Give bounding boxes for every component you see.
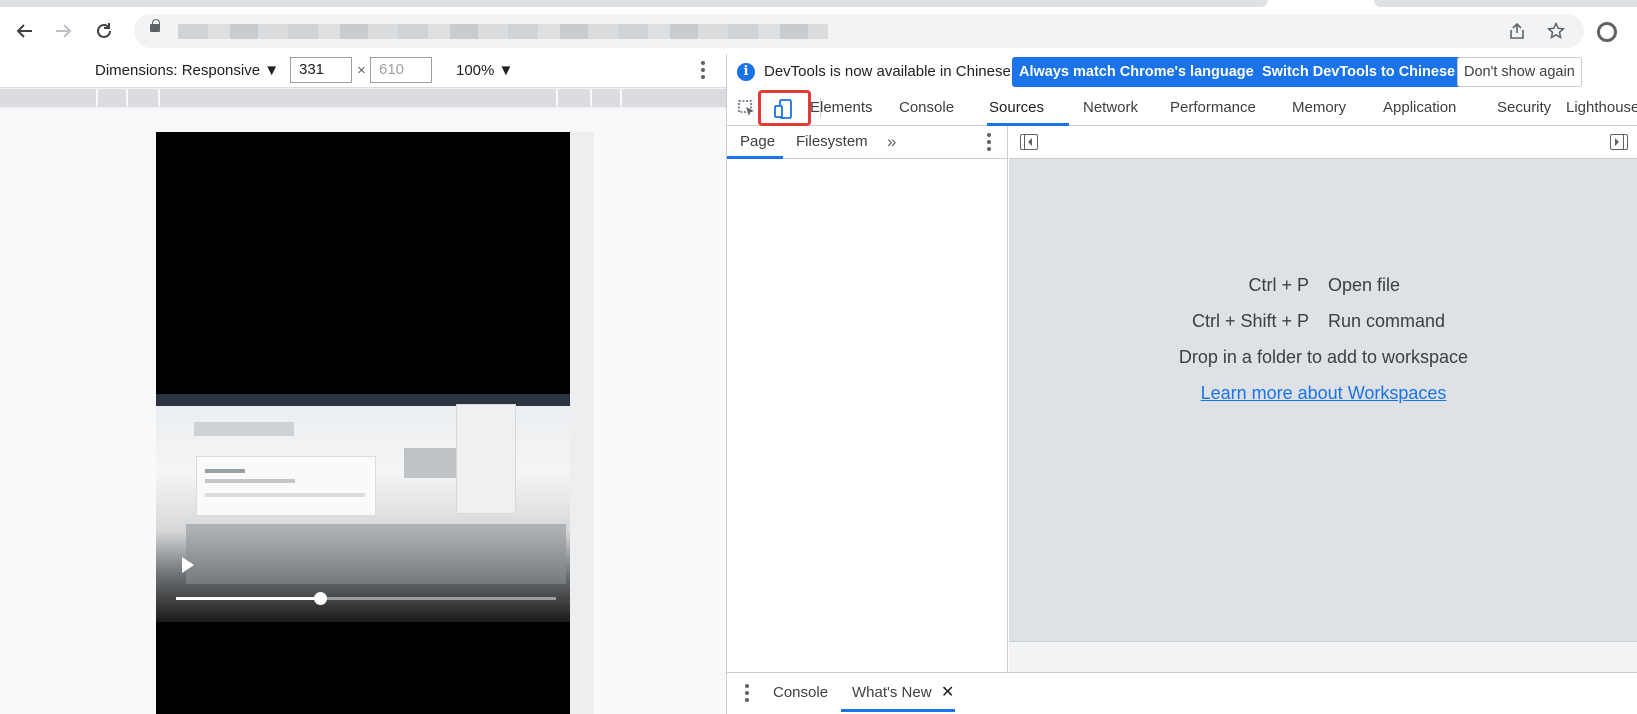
tab-performance[interactable]: Performance (1170, 90, 1256, 125)
media-query-ruler[interactable] (0, 89, 726, 107)
video-player[interactable] (156, 394, 570, 622)
toggle-navigator-icon[interactable] (1020, 134, 1038, 150)
forward-arrow-icon[interactable] (48, 16, 78, 46)
drawer-tabbar: Console What's New ✕ (727, 672, 1637, 714)
tab-application[interactable]: Application (1383, 90, 1456, 125)
active-subtab-indicator (727, 156, 783, 159)
drawer-tab-whats-new[interactable]: What's New (852, 680, 932, 708)
video-progress-fill (176, 597, 321, 600)
navigator-tabs: Page Filesystem » (727, 126, 1008, 159)
inspect-element-icon[interactable] (734, 96, 760, 122)
back-arrow-icon[interactable] (10, 16, 40, 46)
emulated-viewport[interactable] (156, 132, 570, 714)
tab-memory[interactable]: Memory (1292, 90, 1346, 125)
infobar-message: DevTools is now available in Chinese! (764, 63, 1015, 80)
viewport-area (0, 109, 726, 714)
height-input[interactable]: 610 (370, 57, 432, 83)
devtools-panel: i DevTools is now available in Chinese! … (726, 54, 1637, 714)
dimensions-dropdown[interactable]: Dimensions: Responsive ▼ (95, 62, 279, 79)
tab-page[interactable]: Page (740, 126, 775, 158)
video-progress-handle[interactable] (314, 592, 328, 605)
shortcut-action: Open file (1328, 275, 1401, 295)
lock-icon (150, 19, 160, 32)
highlight-annotation (758, 90, 811, 126)
share-icon[interactable] (1506, 20, 1528, 42)
active-drawer-tab-indicator (841, 709, 955, 712)
close-icon[interactable]: ✕ (941, 680, 954, 706)
tab-sources[interactable]: Sources (989, 90, 1044, 125)
editor-footer (1009, 641, 1637, 672)
info-icon: i (737, 63, 755, 81)
video-content-blurred (186, 524, 566, 584)
shortcut-keys: Ctrl + Shift + P (1191, 311, 1309, 331)
reload-icon[interactable] (89, 16, 119, 46)
device-more-options-icon[interactable] (700, 60, 706, 80)
video-progress-bar[interactable] (176, 592, 556, 605)
tab-network[interactable]: Network (1083, 90, 1138, 125)
dimension-separator: × (357, 62, 366, 79)
more-tabs-chevron-icon[interactable]: » (887, 126, 896, 158)
tab-security[interactable]: Security (1497, 90, 1551, 125)
browser-toolbar (0, 8, 1637, 54)
width-input[interactable]: 331 (290, 57, 352, 83)
tab-elements[interactable]: Elements (810, 90, 873, 125)
url-text-redacted (178, 24, 828, 39)
zoom-dropdown[interactable]: 100% ▼ (456, 62, 513, 79)
tab-console[interactable]: Console (899, 90, 954, 125)
learn-workspaces-link[interactable]: Learn more about Workspaces (1009, 383, 1637, 404)
shortcut-keys: Ctrl + P (1248, 275, 1309, 295)
tab-strip (0, 0, 1637, 8)
shortcut-action: Run command (1328, 311, 1446, 331)
sources-editor: Ctrl + P Open file Ctrl + Shift + P Run … (1009, 126, 1637, 672)
device-emulation-pane: Dimensions: Responsive ▼ 331 × 610 100% … (0, 54, 726, 714)
video-content-menu (456, 404, 516, 514)
profile-icon[interactable] (1597, 22, 1617, 42)
toggle-debugger-icon[interactable] (1610, 134, 1628, 150)
always-match-language-button[interactable]: Always match Chrome's language (1012, 57, 1261, 87)
sources-navigator: Page Filesystem » (727, 126, 1008, 672)
drawer-more-options-icon[interactable] (744, 683, 750, 703)
navigator-more-options-icon[interactable] (986, 132, 992, 152)
editor-toolbar (1009, 126, 1637, 159)
video-content-panel (196, 456, 376, 516)
devtools-main-tabs: Elements Console Sources Network Perform… (727, 90, 1637, 126)
star-icon[interactable] (1545, 20, 1567, 42)
video-content-block (194, 422, 294, 436)
tab-strip-background-right (1374, 0, 1637, 7)
switch-to-chinese-button[interactable]: Switch DevTools to Chinese (1255, 57, 1463, 87)
tab-filesystem[interactable]: Filesystem (796, 126, 868, 158)
tab-lighthouse[interactable]: Lighthouse (1566, 90, 1637, 125)
dont-show-again-button[interactable]: Don't show again (1457, 57, 1582, 87)
play-icon[interactable] (182, 557, 194, 573)
address-bar[interactable] (134, 14, 1584, 48)
language-infobar: i DevTools is now available in Chinese! … (727, 54, 1637, 90)
viewport-resize-edge[interactable] (570, 132, 594, 714)
tab-strip-background (0, 0, 1268, 7)
device-toolbar: Dimensions: Responsive ▼ 331 × 610 100% … (0, 54, 726, 88)
drawer-tab-console[interactable]: Console (773, 680, 828, 708)
workspace-drop-hint: Drop in a folder to add to workspace (1178, 347, 1469, 367)
